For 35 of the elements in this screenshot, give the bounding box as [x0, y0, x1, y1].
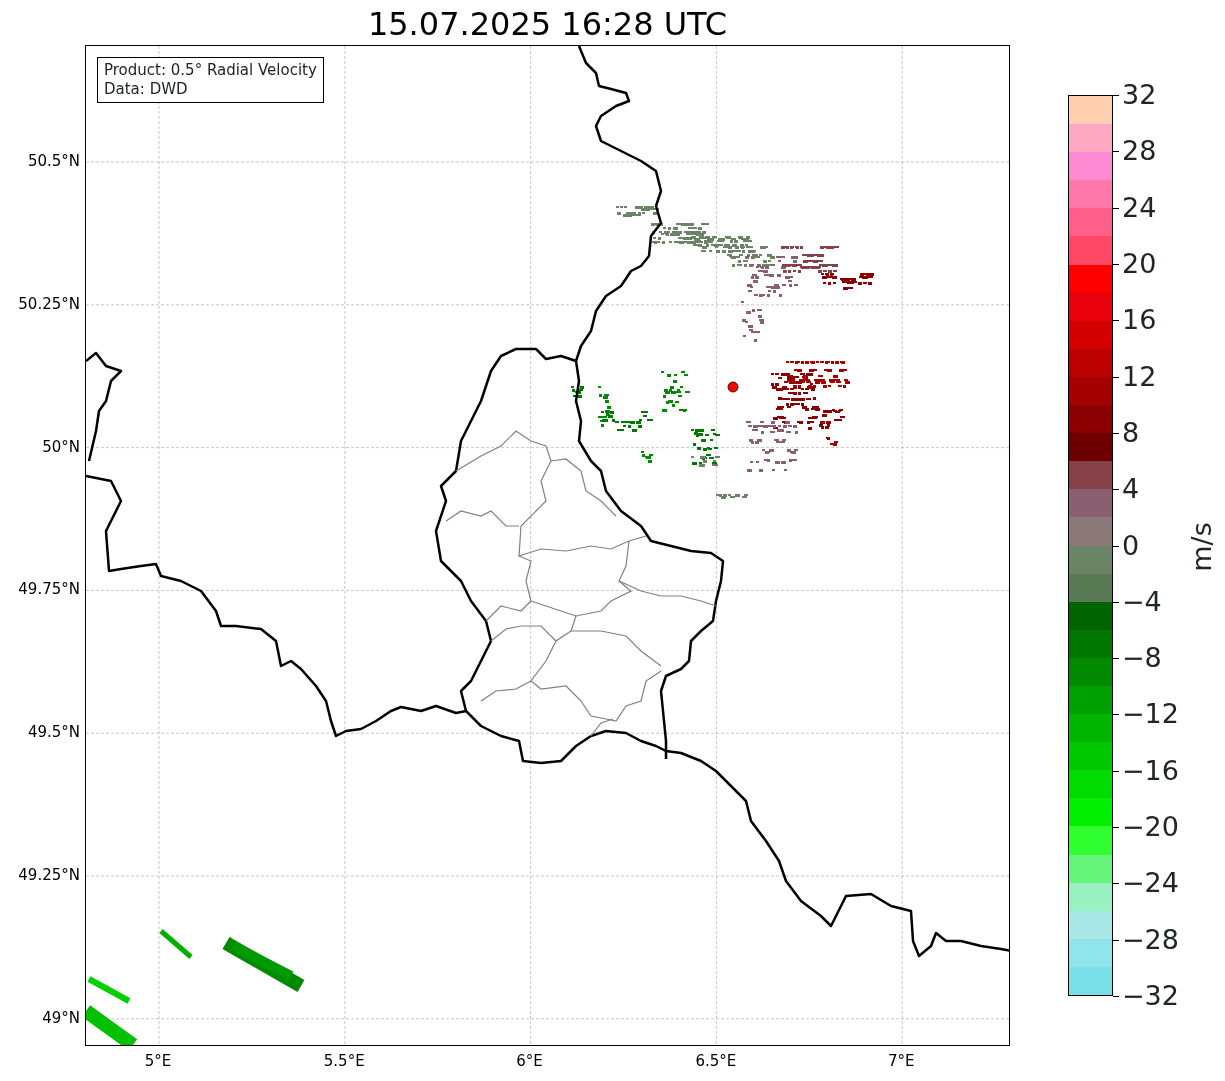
longitude-label: 5°E: [143, 1052, 173, 1070]
colorbar-unit: m/s: [1187, 521, 1217, 574]
longitude-label: 7°E: [886, 1052, 916, 1070]
colorbar-label: 24: [1122, 192, 1157, 223]
legend-text: Product: 0.5° Radial Velocity: [104, 61, 317, 80]
colorbar-label: 0: [1122, 530, 1140, 561]
latitude-label: 49.5°N: [27, 723, 80, 742]
longitude-label: 6.5°E: [695, 1052, 736, 1070]
colorbar-label: −16: [1122, 755, 1179, 786]
latitude-label: 49.25°N: [18, 866, 80, 884]
colorbar-label: −8: [1122, 643, 1162, 674]
longitude-label: 5.5°E: [323, 1052, 364, 1070]
colorbar-label: 28: [1122, 136, 1157, 167]
colorbar-label: −20: [1122, 812, 1179, 843]
colorbar-label: −24: [1122, 868, 1179, 899]
latitude-label: 50°N: [42, 437, 80, 456]
latitude-label: 50.25°N: [18, 294, 80, 313]
colorbar-label: 32: [1122, 80, 1157, 110]
latitude-label: 50.5°N: [27, 152, 80, 170]
legend-text: Data: DWD: [104, 80, 189, 99]
colorbar-label: 16: [1122, 305, 1157, 336]
latitude-label: 49.75°N: [18, 580, 80, 599]
colorbar-label: −12: [1122, 699, 1179, 730]
colorbar-label: 12: [1122, 361, 1157, 392]
colorbar-label: 4: [1122, 474, 1140, 505]
colorbar-tick: [1113, 996, 1119, 997]
latitude-label: 49°N: [42, 1008, 80, 1027]
colorbar-label: 20: [1122, 248, 1157, 279]
colorbar-label: −28: [1122, 924, 1179, 955]
longitude-label: 6°E: [515, 1052, 544, 1070]
plot-title: 15.07.2025 16:28 UTC: [366, 4, 729, 45]
colorbar-label: −4: [1122, 586, 1162, 617]
radar-site-marker: [727, 381, 739, 393]
colorbar-label: 8: [1122, 417, 1140, 448]
colorbar-label: −32: [1122, 981, 1179, 1011]
